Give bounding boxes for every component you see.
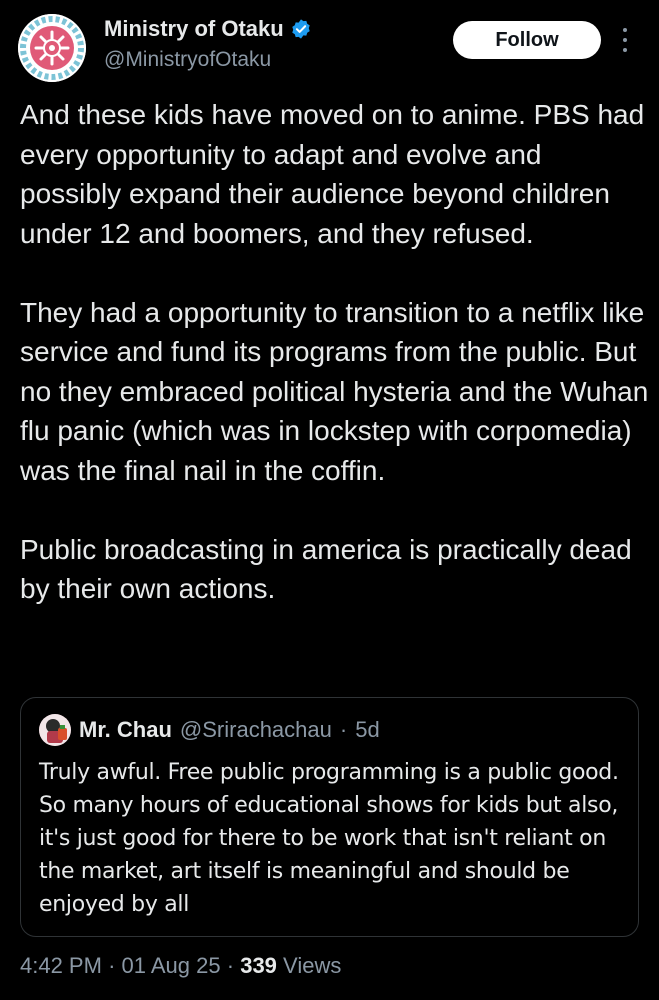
more-dot	[623, 38, 627, 42]
views-label: Views	[283, 953, 342, 978]
quoted-author-avatar	[39, 714, 71, 746]
quoted-tweet-header: Mr. Chau @Srirachachau · 5d	[39, 714, 380, 746]
author-avatar[interactable]	[18, 14, 86, 82]
ministry-of-otaku-logo-icon	[18, 14, 86, 82]
more-dot	[623, 28, 627, 32]
separator-dot: ·	[339, 717, 348, 742]
more-dot	[623, 48, 627, 52]
quoted-author-handle: @Srirachachau	[179, 717, 332, 742]
verified-badge-icon[interactable]	[290, 18, 312, 40]
tweet-time[interactable]: 4:42 PM	[20, 953, 102, 978]
tweet-paragraph: And these kids have moved on to anime. P…	[20, 99, 645, 249]
separator-dot: ·	[226, 953, 235, 978]
follow-button[interactable]: Follow	[453, 21, 601, 59]
tweet-text: And these kids have moved on to anime. P…	[20, 95, 650, 609]
tweet-date[interactable]: 01 Aug 25	[122, 953, 221, 978]
author-display-name[interactable]: Ministry of Otaku	[104, 16, 284, 42]
separator-dot: ·	[108, 953, 116, 978]
tweet-meta: 4:42 PM · 01 Aug 25 · 339 Views	[20, 953, 341, 979]
views-count: 339	[240, 953, 277, 978]
tweet-paragraph: Public broadcasting in america is practi…	[20, 533, 632, 605]
author-name-row: Ministry of Otaku	[104, 16, 312, 42]
tweet-paragraph: They had a opportunity to transition to …	[20, 296, 649, 486]
quoted-author-name: Mr. Chau	[79, 717, 172, 742]
tweet-header: Ministry of Otaku @MinistryofOtaku Follo…	[0, 0, 659, 90]
author-handle[interactable]: @MinistryofOtaku	[104, 47, 271, 73]
quoted-tweet-text: Truly awful. Free public programming is …	[39, 760, 619, 917]
quoted-tweet-card[interactable]: Mr. Chau @Srirachachau · 5d Truly awful.…	[20, 697, 639, 937]
more-vertical-icon[interactable]	[617, 26, 633, 54]
quoted-tweet-time: 5d	[355, 717, 380, 742]
